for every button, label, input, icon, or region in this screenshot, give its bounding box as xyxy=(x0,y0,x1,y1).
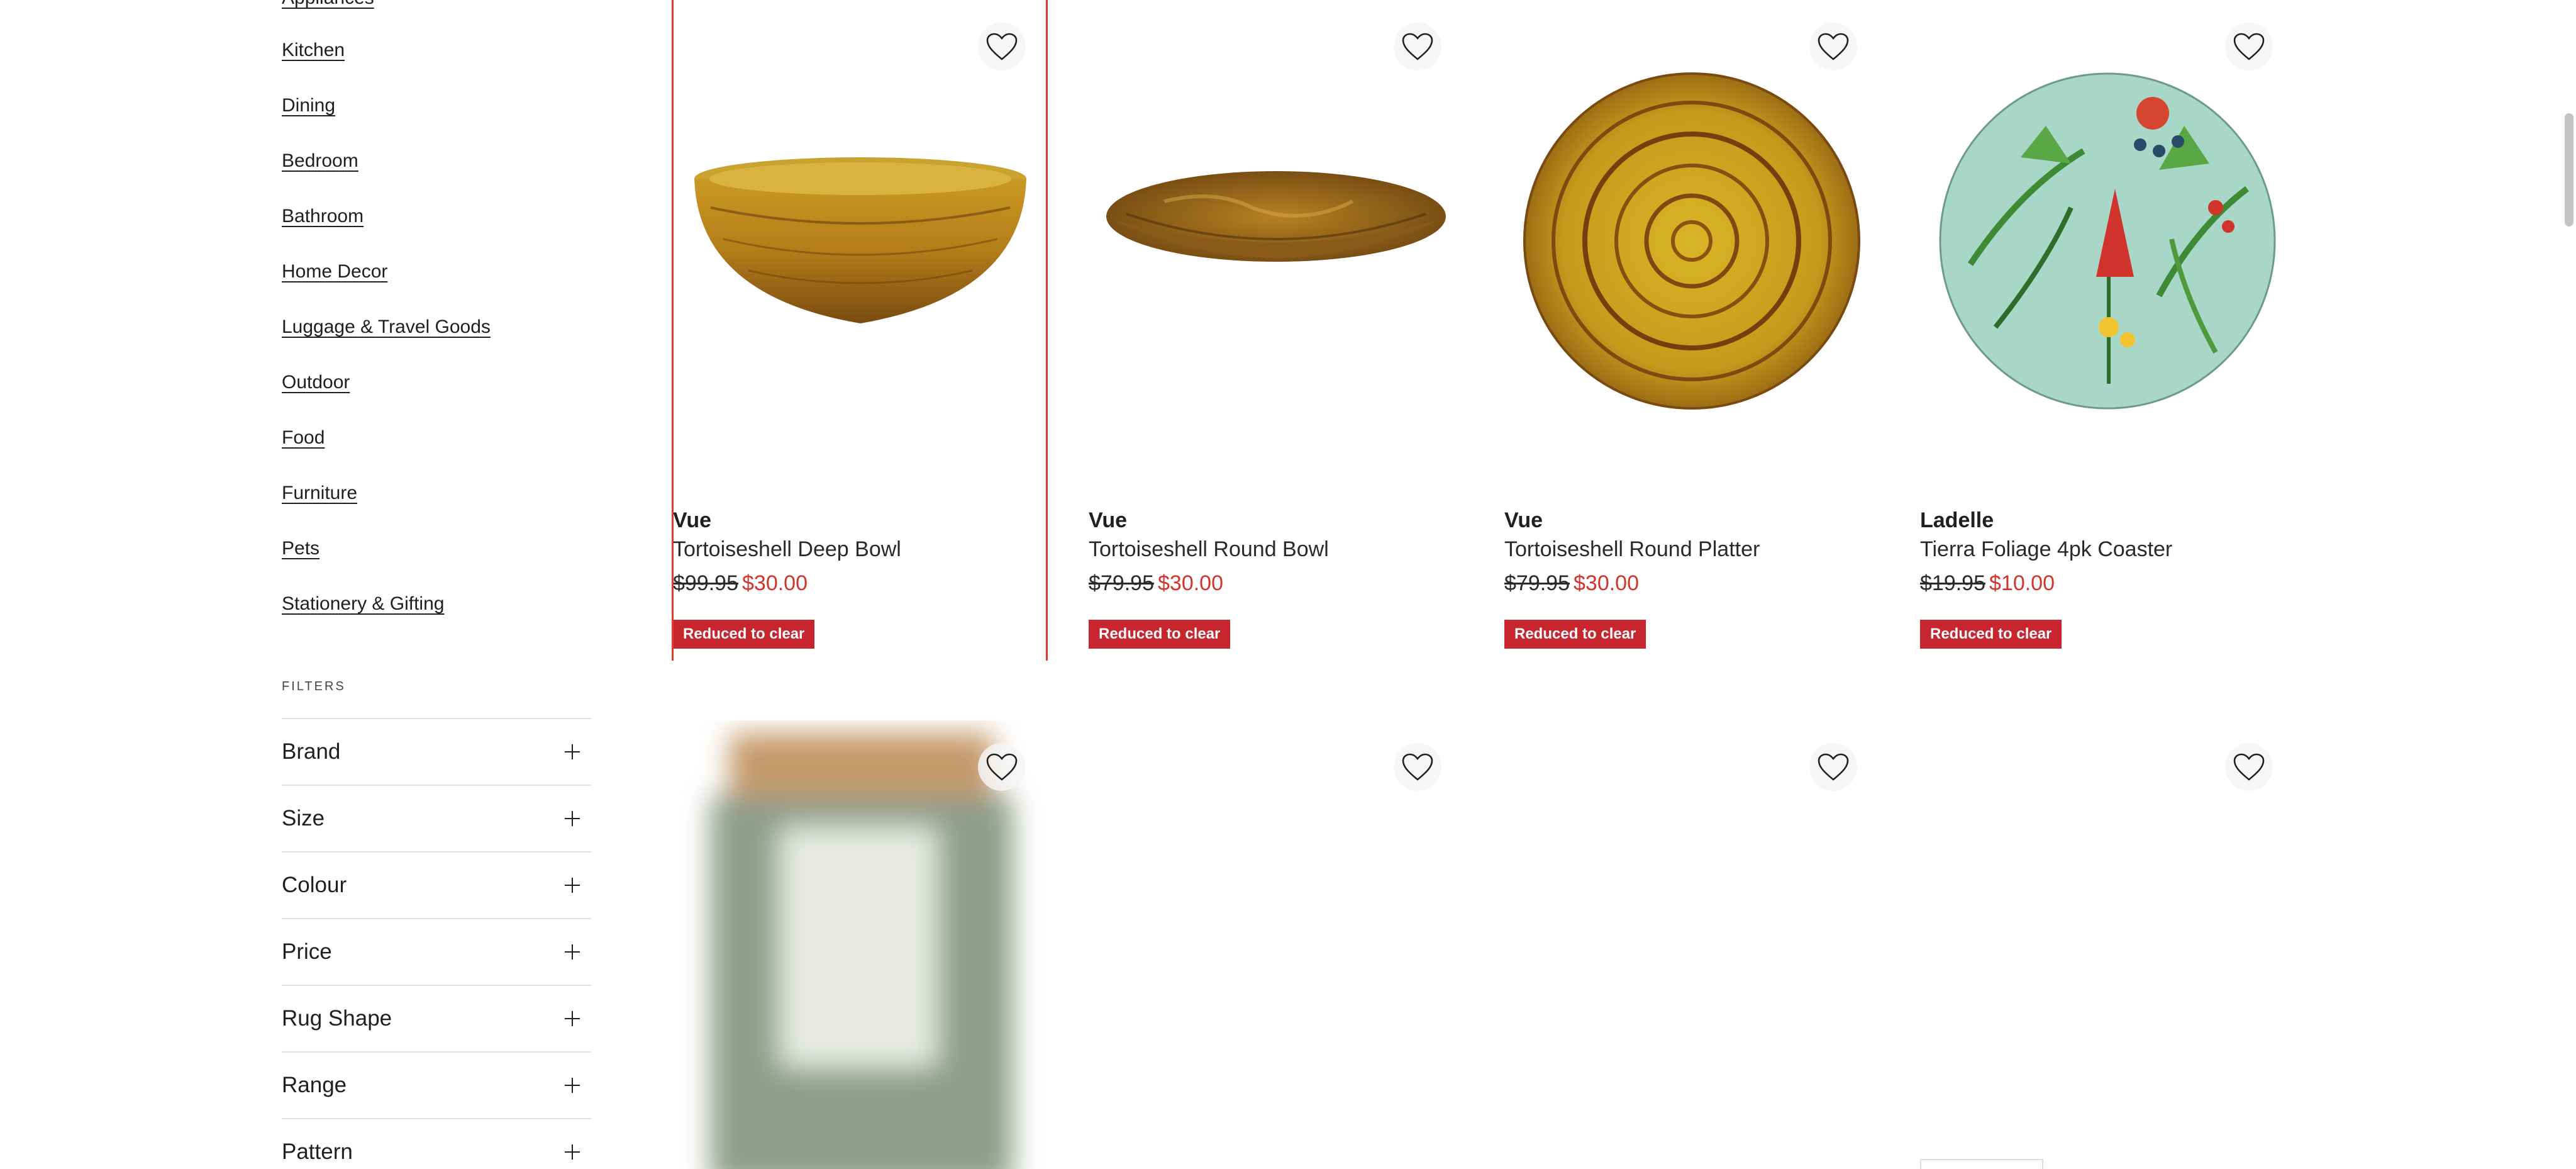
original-price: $79.95 xyxy=(1504,571,1570,595)
product-brand: Vue xyxy=(673,508,712,532)
product-image[interactable] xyxy=(673,0,1048,484)
heart-icon xyxy=(2233,753,2265,781)
heart-icon xyxy=(1402,753,1433,781)
sale-price: $30.00 xyxy=(1158,571,1223,595)
filter-size[interactable]: Size xyxy=(282,785,591,851)
category-link-kitchen[interactable]: Kitchen xyxy=(282,40,345,61)
plus-icon xyxy=(565,944,580,959)
plus-icon xyxy=(565,744,580,759)
heart-icon xyxy=(986,33,1018,60)
plus-icon xyxy=(565,1011,580,1026)
product-name[interactable]: Tortoiseshell Deep Bowl xyxy=(673,537,901,562)
filter-price[interactable]: Price xyxy=(282,918,591,985)
product-card-placeholder[interactable] xyxy=(1504,720,1879,1169)
filter-colour[interactable]: Colour xyxy=(282,851,591,918)
product-name[interactable]: Tortoiseshell Round Bowl xyxy=(1089,537,1329,562)
wishlist-button[interactable] xyxy=(978,23,1026,70)
sale-badge: Reduced to clear xyxy=(1089,620,1231,649)
filter-label: Colour xyxy=(282,873,347,897)
product-brand: Vue xyxy=(1089,508,1128,532)
round-platter-image xyxy=(1523,72,1860,410)
product-card-placeholder[interactable] xyxy=(1089,720,1463,1169)
sale-badge: Reduced to clear xyxy=(1504,620,1646,649)
category-link-dining[interactable]: Dining xyxy=(282,95,335,116)
heart-icon xyxy=(1818,33,1849,60)
filter-label: Rug Shape xyxy=(282,1006,392,1031)
filter-label: Size xyxy=(282,806,325,831)
filter-pattern[interactable]: Pattern xyxy=(282,1118,591,1169)
heart-icon xyxy=(1402,33,1433,60)
category-link-appliances[interactable]: Appliances xyxy=(282,0,374,9)
plus-icon xyxy=(565,811,580,826)
product-card-loading[interactable] xyxy=(673,720,1048,1169)
product-price: $19.95 $10.00 xyxy=(1920,571,2055,596)
filter-label: Price xyxy=(282,939,332,964)
wishlist-button[interactable] xyxy=(1809,743,1857,791)
filter-label: Brand xyxy=(282,739,341,764)
heart-icon xyxy=(986,753,1018,781)
scrollbar-thumb[interactable] xyxy=(2565,113,2573,227)
filters-heading: FILTERS xyxy=(282,680,346,693)
filter-label: Range xyxy=(282,1073,347,1097)
wishlist-button[interactable] xyxy=(1394,23,1441,70)
heart-icon xyxy=(1818,753,1849,781)
product-image[interactable] xyxy=(1089,0,1463,484)
product-price: $79.95 $30.00 xyxy=(1089,571,1223,596)
filter-brand[interactable]: Brand xyxy=(282,718,591,785)
deep-bowl-image xyxy=(694,157,1026,323)
product-name[interactable]: Tortoiseshell Round Platter xyxy=(1504,537,1760,562)
category-link-furniture[interactable]: Furniture xyxy=(282,483,357,504)
foliage-coaster-image xyxy=(1939,72,2276,410)
product-price: $79.95 $30.00 xyxy=(1504,571,1639,596)
category-link-pets[interactable]: Pets xyxy=(282,538,319,559)
filter-rug-shape[interactable]: Rug Shape xyxy=(282,985,591,1051)
category-link-bathroom[interactable]: Bathroom xyxy=(282,206,364,227)
sale-price: $30.00 xyxy=(1574,571,1639,595)
category-link-outdoor[interactable]: Outdoor xyxy=(282,372,350,393)
product-image[interactable] xyxy=(1920,0,2295,484)
category-link-stationery-gifting[interactable]: Stationery & Gifting xyxy=(282,593,444,615)
plus-icon xyxy=(565,1144,580,1160)
category-link-luggage-travel[interactable]: Luggage & Travel Goods xyxy=(282,316,491,338)
page-scrollbar[interactable] xyxy=(2562,0,2576,1169)
plus-icon xyxy=(565,1078,580,1093)
product-name[interactable]: Tierra Foliage 4pk Coaster xyxy=(1920,537,2172,562)
heart-icon xyxy=(2233,33,2265,60)
wishlist-button[interactable] xyxy=(2225,743,2273,791)
product-brand: Ladelle xyxy=(1920,508,1994,532)
sale-badge: Reduced to clear xyxy=(673,620,815,649)
original-price: $99.95 xyxy=(673,571,738,595)
sale-price: $10.00 xyxy=(1989,571,2055,595)
category-link-food[interactable]: Food xyxy=(282,427,325,449)
placeholder-box-edge xyxy=(1920,1159,2043,1169)
wishlist-button[interactable] xyxy=(2225,23,2273,70)
category-link-home-decor[interactable]: Home Decor xyxy=(282,261,387,282)
sale-price: $30.00 xyxy=(742,571,808,595)
filter-label: Pattern xyxy=(282,1139,353,1164)
product-card-placeholder[interactable] xyxy=(1920,720,2295,1169)
sale-badge: Reduced to clear xyxy=(1920,620,2062,649)
wishlist-button[interactable] xyxy=(1809,23,1857,70)
product-brand: Vue xyxy=(1504,508,1543,532)
plus-icon xyxy=(565,878,580,893)
filter-range[interactable]: Range xyxy=(282,1051,591,1118)
category-link-bedroom[interactable]: Bedroom xyxy=(282,150,358,172)
product-price: $99.95 $30.00 xyxy=(673,571,808,596)
wishlist-button[interactable] xyxy=(978,743,1026,791)
original-price: $19.95 xyxy=(1920,571,1985,595)
original-price: $79.95 xyxy=(1089,571,1154,595)
product-image[interactable] xyxy=(1504,0,1879,484)
wishlist-button[interactable] xyxy=(1394,743,1441,791)
round-bowl-image xyxy=(1106,171,1446,262)
